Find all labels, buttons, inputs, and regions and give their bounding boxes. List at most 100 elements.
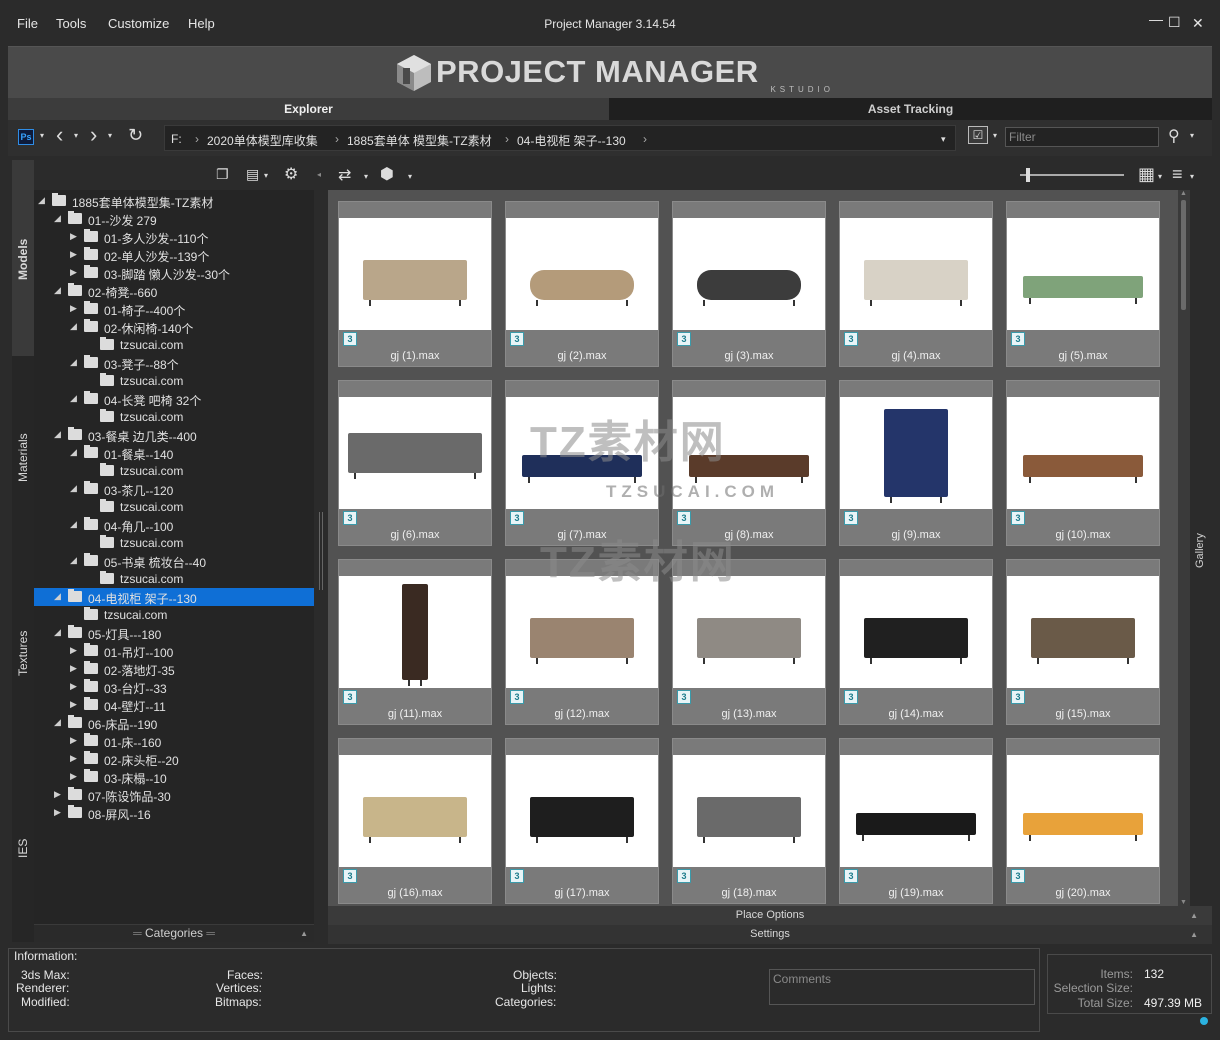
gallery-item[interactable]: 3 gj (3).max [672,201,826,367]
chevron-down-icon[interactable]: ▾ [1190,131,1194,140]
gallery-item[interactable]: 3 gj (13).max [672,559,826,725]
collapse-all-icon[interactable]: ❐ [216,166,229,183]
expanded-arrow-icon[interactable]: ◢ [70,483,77,494]
chevron-down-icon[interactable]: ▾ [993,131,997,140]
thumbnail[interactable] [339,755,491,867]
splitter-grip[interactable] [322,512,323,590]
gallery-item[interactable]: 3 gj (7).max [505,380,659,546]
thumbnail[interactable] [673,576,825,688]
expanded-arrow-icon[interactable]: ◢ [54,717,61,728]
tree-item[interactable]: ▶ 03-台灯--33 [34,678,314,696]
tree-item[interactable]: tzsucai.com [34,570,314,588]
expand-up-icon[interactable]: ▲ [1190,906,1198,925]
tree-item[interactable]: ◢ 05-书桌 梳妆台--40 [34,552,314,570]
gear-icon[interactable]: ⚙ [284,164,298,184]
gallery-item[interactable]: 3 gj (5).max [1006,201,1160,367]
breadcrumb-item[interactable]: 2020单体模型库收集 [207,132,318,149]
tree-item[interactable]: tzsucai.com [34,606,314,624]
cube-merge-icon[interactable]: ⬢ [380,164,394,184]
tree-item[interactable]: ◢ 03-凳子--88个 [34,354,314,372]
tree-item[interactable]: tzsucai.com [34,336,314,354]
place-options-bar[interactable]: Place Options ▲ [328,906,1212,925]
chevron-down-icon[interactable]: ▾ [364,172,368,181]
gallery-item[interactable]: 3 gj (17).max [505,738,659,904]
tree-item[interactable]: ◢ 01--沙发 279 [34,210,314,228]
thumbnail[interactable] [506,576,658,688]
collapsed-arrow-icon[interactable]: ▶ [70,249,77,260]
collapsed-arrow-icon[interactable]: ▶ [70,753,77,764]
grid-view-icon[interactable]: ▦ [1138,164,1155,185]
gallery-item[interactable]: 3 gj (11).max [338,559,492,725]
gallery-item[interactable]: 3 gj (19).max [839,738,993,904]
gallery-item[interactable]: 3 gj (20).max [1006,738,1160,904]
close-button[interactable]: ✕ [1192,15,1204,32]
chevron-left-icon[interactable]: ◂ [317,170,321,179]
thumbnail[interactable] [339,218,491,330]
tree-item[interactable]: ▶ 08-屏风--16 [34,804,314,822]
thumbnail[interactable] [339,576,491,688]
thumbnail[interactable] [840,576,992,688]
chevron-down-icon[interactable]: ▾ [108,131,112,140]
thumbnail[interactable] [1007,397,1159,509]
tree-item[interactable]: ◢ 1885套单体模型集-TZ素材 [34,192,314,210]
expanded-arrow-icon[interactable]: ◢ [54,213,61,224]
breadcrumb-item[interactable]: 1885套单体 模型集-TZ素材 [347,132,492,149]
expanded-arrow-icon[interactable]: ◢ [54,627,61,638]
tree-item[interactable]: ◢ 06-床品--190 [34,714,314,732]
tree-item[interactable]: ▶ 02-床头柜--20 [34,750,314,768]
collapsed-arrow-icon[interactable]: ▶ [70,699,77,710]
collapsed-arrow-icon[interactable]: ▶ [70,267,77,278]
back-icon[interactable]: ‹ [56,122,63,148]
tab-ies[interactable]: IES [12,748,34,942]
breadcrumb-item[interactable]: F: [171,132,182,146]
tab-materials[interactable]: Materials [12,356,34,552]
gallery-item[interactable]: 3 gj (18).max [672,738,826,904]
scroll-down-icon[interactable]: ▼ [1180,899,1187,906]
photoshop-icon[interactable]: Ps [18,129,34,145]
collapsed-arrow-icon[interactable]: ▶ [70,735,77,746]
thumbnail[interactable] [840,755,992,867]
gallery-item[interactable]: 3 gj (12).max [505,559,659,725]
tree-item[interactable]: ▶ 02-单人沙发--139个 [34,246,314,264]
tree-item[interactable]: ◢ 02-休闲椅-140个 [34,318,314,336]
thumbnail[interactable] [506,218,658,330]
comments-field[interactable]: Comments [769,969,1035,1005]
gallery-side-tab[interactable]: Gallery [1190,190,1212,906]
tree-item[interactable]: ◢ 05-灯具---180 [34,624,314,642]
gallery-item[interactable]: 3 gj (8).max [672,380,826,546]
breadcrumb-item[interactable]: 04-电视柜 架子--130 [517,132,626,149]
chevron-down-icon[interactable]: ▾ [40,131,44,140]
tree-item[interactable]: ◢ 01-餐桌--140 [34,444,314,462]
chevron-down-icon[interactable]: ▾ [264,171,268,180]
collapsed-arrow-icon[interactable]: ▶ [54,789,61,800]
gallery-item[interactable]: 3 gj (2).max [505,201,659,367]
expanded-arrow-icon[interactable]: ◢ [54,591,61,602]
gallery-item[interactable]: 3 gj (4).max [839,201,993,367]
forward-icon[interactable]: › [90,122,97,148]
sort-icon[interactable]: ≡ [1172,164,1183,185]
settings-bar[interactable]: Settings ▲ [328,925,1212,944]
expanded-arrow-icon[interactable]: ◢ [70,447,77,458]
thumbnail[interactable] [673,755,825,867]
maximize-button[interactable]: ☐ [1168,14,1181,31]
categories-bar[interactable]: ═ Categories ═ ▲ [34,924,314,942]
tree-item[interactable]: ◢ 02-椅凳--660 [34,282,314,300]
chevron-down-icon[interactable]: ▾ [1158,172,1162,181]
expanded-arrow-icon[interactable]: ◢ [70,519,77,530]
tree-item[interactable]: ▶ 03-床榻--10 [34,768,314,786]
thumbnail[interactable] [339,397,491,509]
thumbnail[interactable] [506,755,658,867]
thumbnail[interactable] [1007,755,1159,867]
tree-item[interactable]: ◢ 03-茶几--120 [34,480,314,498]
checklist-icon[interactable]: ☑ [968,126,988,144]
collapse-up-icon[interactable]: ▲ [300,925,308,942]
tree-item[interactable]: ▶ 07-陈设饰品-30 [34,786,314,804]
tree-item[interactable]: ◢ 04-电视柜 架子--130 [34,588,314,606]
gallery-item[interactable]: 3 gj (10).max [1006,380,1160,546]
collapsed-arrow-icon[interactable]: ▶ [70,231,77,242]
layout-icon[interactable]: ▤ [246,166,259,183]
tree-item[interactable]: ▶ 04-壁灯--11 [34,696,314,714]
tree-item[interactable]: ◢ 04-长凳 吧椅 32个 [34,390,314,408]
tree-item[interactable]: tzsucai.com [34,498,314,516]
tree-item[interactable]: ◢ 04-角几--100 [34,516,314,534]
